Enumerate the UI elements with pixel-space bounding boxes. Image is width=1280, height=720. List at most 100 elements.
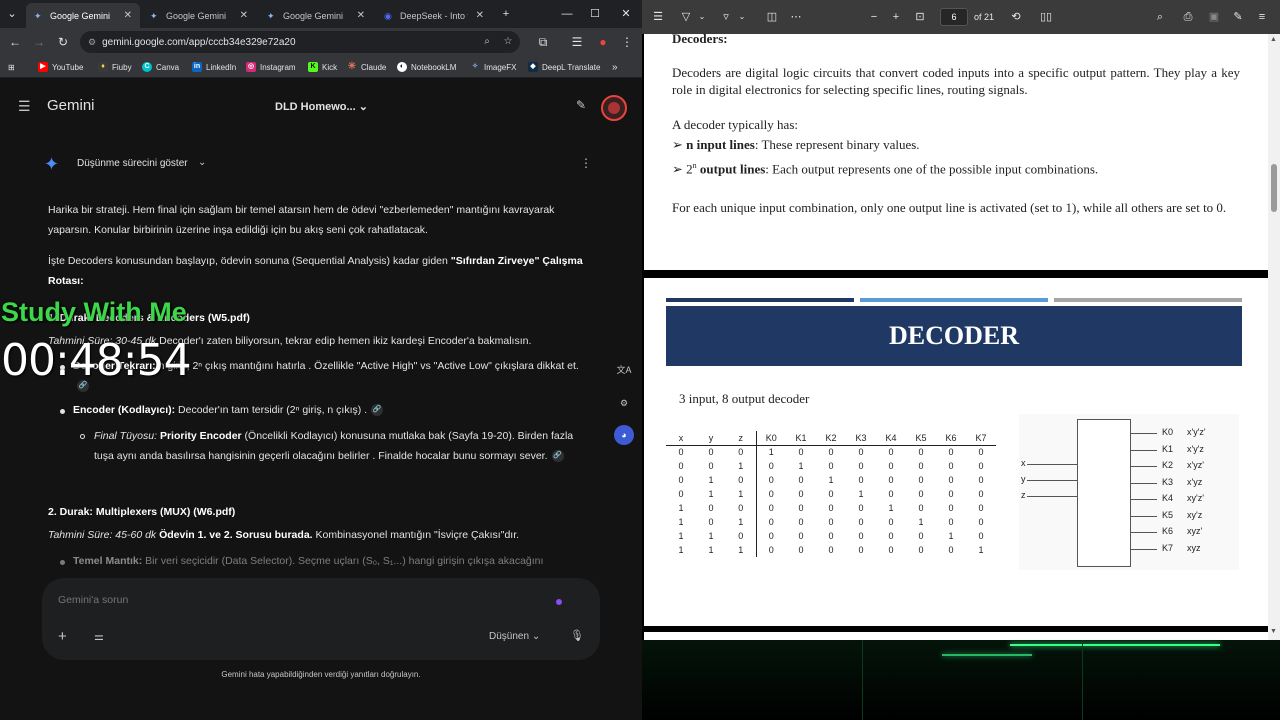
page-number-input[interactable]: 6: [940, 8, 968, 26]
tab-gemini-3[interactable]: ✦ Google Gemini ✕: [259, 3, 373, 28]
tools-sliders-icon[interactable]: ⚌: [94, 630, 104, 643]
profile-icon[interactable]: ●: [592, 28, 614, 56]
close-window-icon[interactable]: ✕: [612, 0, 640, 28]
tab-gemini-1[interactable]: ✦ Google Gemini ✕: [26, 3, 140, 28]
more-bookmarks-icon[interactable]: »: [612, 56, 618, 78]
pdf-viewer: ☰ ▽ ⌄ ▿ ⌄ ◫ ⋯ − + ⊡ 6 of 21 ⟲ ▯▯ ⌕ ⎙ ▣ ✎…: [642, 0, 1280, 720]
maximize-icon[interactable]: ☐: [581, 0, 609, 28]
search-icon[interactable]: ⌕: [1150, 0, 1170, 34]
assistant-bot-icon[interactable]: ◕: [614, 425, 634, 445]
show-thinking-button[interactable]: Düşünme sürecini göster: [77, 158, 188, 169]
bookmark-canva[interactable]: C Canva: [142, 56, 179, 78]
header-cell: K3: [846, 431, 876, 446]
output-wire: [1131, 433, 1157, 434]
table-cell: 1: [678, 517, 684, 527]
url-text: gemini.google.com/app/cccb34e329e72a20: [102, 36, 296, 48]
bullet-text: n giriş, 2ⁿ çıkış mantığını hatırla . Öz…: [155, 360, 579, 372]
tab-deepseek[interactable]: ◉ DeepSeek - Into the ✕: [376, 3, 492, 28]
chevron-down-icon[interactable]: ⌄: [732, 0, 752, 34]
new-tab-plus-icon[interactable]: +: [492, 0, 520, 28]
table-cell: 0: [948, 503, 954, 513]
add-attachment-plus-icon[interactable]: +: [58, 628, 67, 645]
table-cell: 0: [978, 489, 984, 499]
chevron-down-icon: ⌄: [358, 101, 368, 113]
table-cell: 1: [978, 545, 984, 555]
decoder-item-outputs: ➢ 2n output lines: Each output represent…: [672, 157, 1098, 177]
tools-icon[interactable]: ⚙: [614, 393, 634, 413]
scroll-down-icon[interactable]: ▼: [1270, 628, 1277, 635]
table-cell: 0: [918, 447, 924, 458]
minimize-icon[interactable]: —: [553, 0, 581, 28]
bookmark-kick[interactable]: K Kick: [308, 56, 337, 78]
gemini-favicon-icon: ✦: [34, 10, 42, 21]
apps-grid-icon[interactable]: ⊞: [8, 56, 15, 78]
avatar[interactable]: [601, 95, 627, 121]
bookmark-linkedin[interactable]: in LinkedIn: [192, 56, 236, 78]
extensions-icon[interactable]: ⧉: [532, 28, 554, 56]
tab-close-icon[interactable]: ✕: [240, 10, 248, 21]
more-options-icon[interactable]: ⋮: [580, 156, 592, 170]
contents-list-icon[interactable]: ☰: [648, 0, 668, 34]
table-cell: 1: [708, 545, 714, 555]
forward-arrow-icon[interactable]: →: [28, 28, 50, 56]
output-term: xyz: [1187, 542, 1201, 553]
scroll-up-icon[interactable]: ▲: [1270, 36, 1277, 43]
chevron-down-icon[interactable]: ⌄: [198, 157, 206, 168]
prompt-input[interactable]: [58, 594, 538, 606]
bookmark-star-icon[interactable]: ☆: [499, 31, 517, 53]
more-tools-icon[interactable]: ⋯: [786, 0, 806, 34]
chat-title-dropdown[interactable]: DLD Homewo... ⌄: [275, 100, 368, 113]
chrome-menu-icon[interactable]: ⋮: [616, 28, 638, 56]
translate-icon[interactable]: 文A: [614, 360, 634, 380]
zoom-icon[interactable]: ⌕: [478, 31, 496, 53]
bookmark-youtube[interactable]: ▶ YouTube: [38, 56, 83, 78]
zoom-out-icon[interactable]: −: [864, 0, 884, 34]
model-mode-dropdown[interactable]: Düşünen ⌄: [489, 631, 540, 642]
bookmark-notebooklm[interactable]: ◐ NotebookLM: [397, 56, 456, 78]
two-page-view-icon[interactable]: ▯▯: [1036, 0, 1056, 34]
back-arrow-icon[interactable]: ←: [4, 28, 26, 56]
scroll-thumb[interactable]: [1271, 164, 1277, 212]
tab-gemini-2[interactable]: ✦ Google Gemini ✕: [142, 3, 256, 28]
menu-icon[interactable]: ≡: [1252, 0, 1272, 34]
bullet-icon: [60, 409, 65, 414]
tab-close-icon[interactable]: ✕: [357, 10, 365, 21]
pdf-scrollbar[interactable]: ▲ ▼: [1268, 34, 1280, 640]
reload-icon[interactable]: ↻: [52, 28, 74, 56]
header-cell: K5: [906, 431, 936, 446]
table-cell: 1: [948, 531, 954, 541]
zoom-in-icon[interactable]: +: [886, 0, 906, 34]
rotate-icon[interactable]: ⟲: [1006, 0, 1026, 34]
microphone-icon[interactable]: 🎙: [570, 629, 584, 642]
save-as-icon[interactable]: ✎: [1228, 0, 1248, 34]
save-icon[interactable]: ▣: [1204, 0, 1224, 34]
slide-accent-bar: [1054, 298, 1242, 302]
table-cell: 0: [888, 447, 894, 458]
bookmark-claude[interactable]: ✳ Claude: [347, 56, 387, 78]
output-wire: [1131, 515, 1157, 517]
new-chat-edit-icon[interactable]: ✎: [576, 98, 586, 112]
bookmark-instagram[interactable]: ◎ Instagram: [246, 56, 296, 78]
bookmark-fiuby[interactable]: ♦ Fiuby: [98, 56, 132, 78]
fit-page-icon[interactable]: ⊡: [910, 0, 930, 34]
output-wire: [1131, 449, 1157, 451]
hamburger-menu-icon[interactable]: ☰: [18, 98, 31, 115]
tab-close-icon[interactable]: ✕: [124, 10, 132, 21]
bookmark-imagefx[interactable]: ✧ ImageFX: [470, 56, 516, 78]
tab-search-icon[interactable]: ⌄: [0, 0, 24, 28]
fiuby-icon: ♦: [98, 62, 108, 72]
arrow-bullet-icon: ➢: [672, 161, 687, 177]
source-link-icon[interactable]: 🔗: [551, 449, 564, 462]
site-info-icon[interactable]: ⚙: [88, 37, 96, 48]
page-view-icon[interactable]: ◫: [762, 0, 782, 34]
slide-accent-bar: [666, 298, 854, 302]
source-link-icon[interactable]: 🔗: [371, 404, 384, 417]
address-bar[interactable]: ⚙ gemini.google.com/app/cccb34e329e72a20: [80, 31, 520, 53]
tab-groups-icon[interactable]: ☰: [566, 28, 588, 56]
chevron-down-icon[interactable]: ⌄: [692, 0, 712, 34]
print-icon[interactable]: ⎙: [1178, 0, 1198, 34]
pdf-toolbar: ☰ ▽ ⌄ ▿ ⌄ ◫ ⋯ − + ⊡ 6 of 21 ⟲ ▯▯ ⌕ ⎙ ▣ ✎…: [642, 0, 1280, 34]
bookmark-deepl[interactable]: ◆ DeepL Translate: [528, 56, 600, 78]
app-title: Gemini: [47, 97, 95, 114]
tab-close-icon[interactable]: ✕: [476, 10, 484, 21]
